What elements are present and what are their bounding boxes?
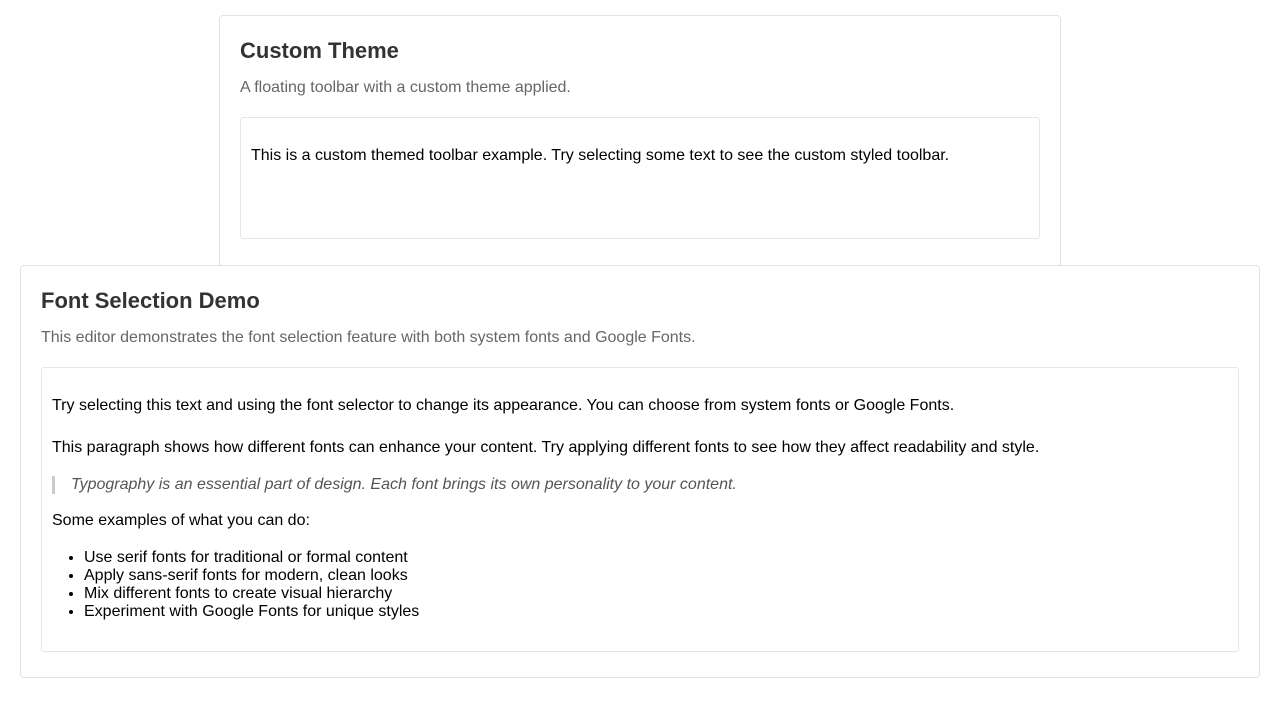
list-item[interactable]: Mix different fonts to create visual hie… [84, 585, 1228, 603]
font-selection-demo-card: Font Selection Demo This editor demonstr… [20, 265, 1260, 678]
font-demo-title: Font Selection Demo [41, 288, 260, 313]
custom-theme-description: A floating toolbar with a custom theme a… [240, 79, 571, 96]
list-item[interactable]: Experiment with Google Fonts for unique … [84, 603, 1228, 621]
font-demo-editor[interactable]: Try selecting this text and using the fo… [41, 367, 1239, 652]
font-demo-quote[interactable]: Typography is an essential part of desig… [52, 476, 1228, 494]
font-demo-description: This editor demonstrates the font select… [41, 329, 696, 346]
custom-theme-editor-paragraph[interactable]: This is a custom themed toolbar example.… [251, 118, 1029, 166]
font-demo-examples-intro[interactable]: Some examples of what you can do: [52, 511, 1228, 531]
font-demo-paragraph-2[interactable]: This paragraph shows how different fonts… [52, 438, 1228, 458]
custom-theme-editor[interactable]: This is a custom themed toolbar example.… [240, 117, 1040, 239]
custom-theme-title: Custom Theme [240, 38, 399, 63]
custom-theme-card: Custom Theme A floating toolbar with a c… [219, 15, 1061, 266]
list-item[interactable]: Use serif fonts for traditional or forma… [84, 549, 1228, 567]
list-item[interactable]: Apply sans-serif fonts for modern, clean… [84, 567, 1228, 585]
font-demo-paragraph-1[interactable]: Try selecting this text and using the fo… [52, 368, 1228, 416]
font-demo-examples-list: Use serif fonts for traditional or forma… [52, 549, 1228, 621]
